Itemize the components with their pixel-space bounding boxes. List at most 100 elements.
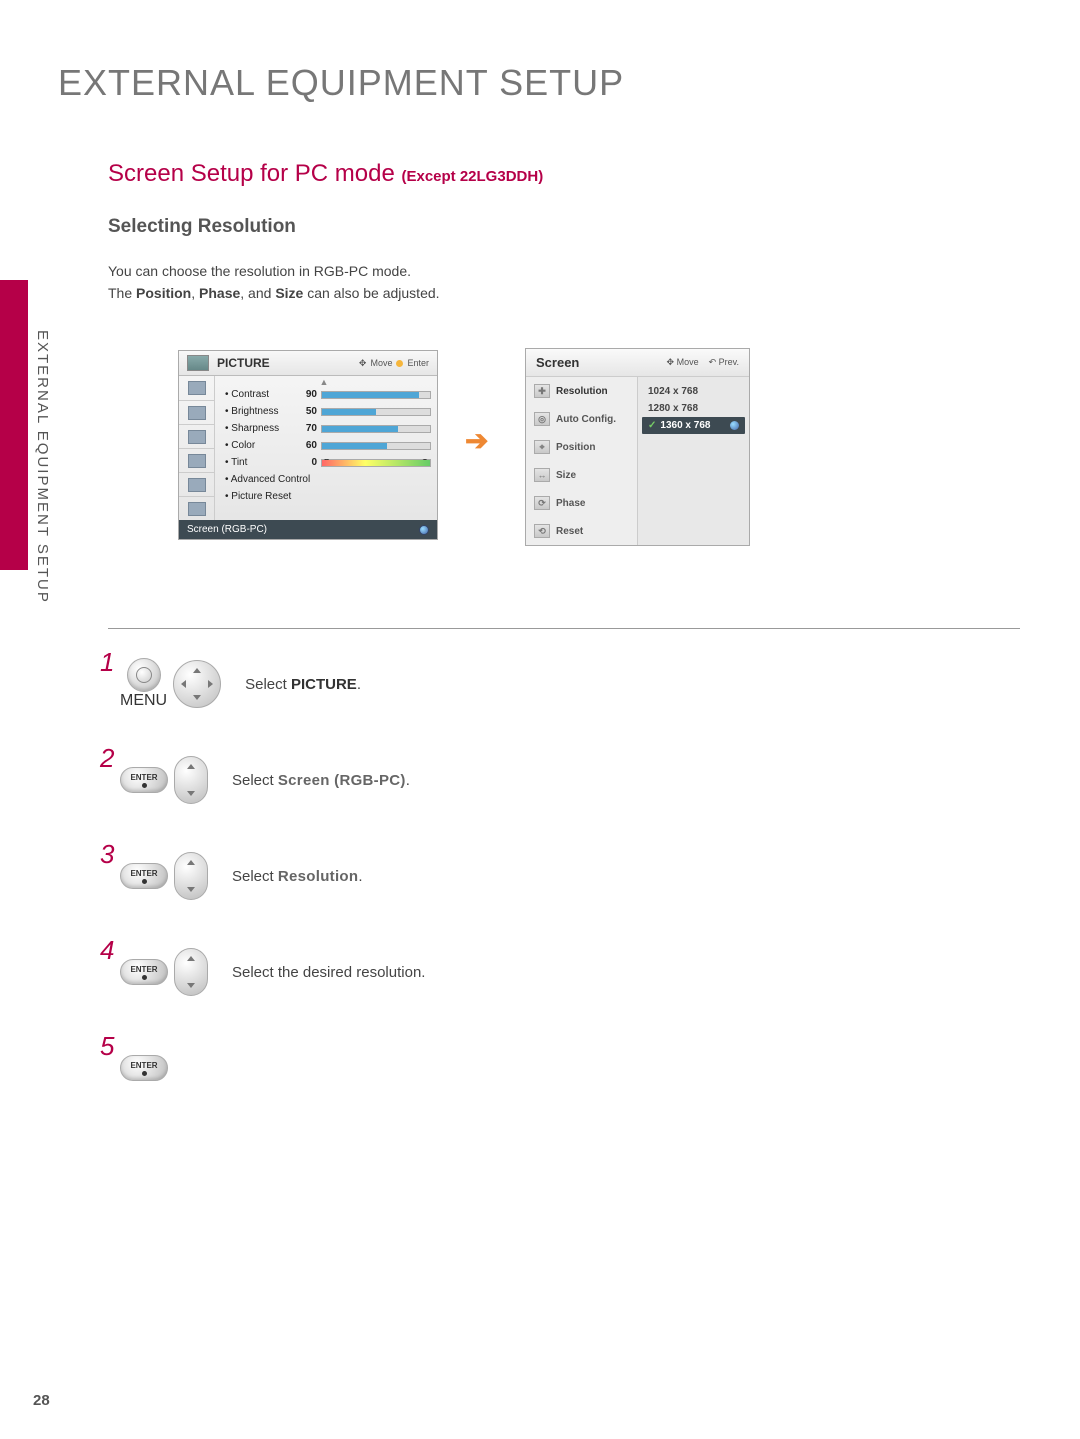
- enter-dot-icon: [396, 360, 403, 367]
- category-icon: [188, 454, 206, 468]
- page-title: EXTERNAL EQUIPMENT SETUP: [58, 62, 624, 104]
- step-buttons: ENTER: [120, 756, 208, 804]
- resolution-option[interactable]: 1280 x 768: [642, 400, 745, 417]
- nav-pad-icon: [173, 660, 221, 708]
- setting-value: 90: [299, 389, 317, 400]
- osd-screen-title: Screen: [536, 355, 579, 370]
- osd-picture-header: PICTURE ✥ Move Enter: [179, 351, 437, 376]
- menu-item-label: Size: [556, 470, 576, 481]
- button-label: ENTER: [130, 773, 157, 782]
- step-text-bold: Screen (RGB-PC): [278, 772, 406, 789]
- setting-label: • Brightness: [217, 406, 295, 417]
- setting-value: 50: [299, 406, 317, 417]
- menu-item-icon: ✚: [534, 384, 550, 398]
- nav-icon: ✥: [359, 358, 367, 369]
- step-text: Select Screen (RGB-PC).: [232, 772, 410, 789]
- step-text: Select Resolution.: [232, 868, 363, 885]
- category-icon: [188, 430, 206, 444]
- screen-menu-item[interactable]: ◎Auto Config.: [526, 405, 637, 433]
- step-row: 2ENTERSelect Screen (RGB-PC).: [100, 752, 800, 808]
- step-buttons: ENTER: [120, 948, 208, 996]
- sidebar-accent: [0, 280, 28, 570]
- step-row: 4ENTERSelect the desired resolution.: [100, 944, 800, 1000]
- resolution-option[interactable]: ✓1360 x 768: [642, 417, 745, 434]
- osd-picture-list: ▲ • Contrast90 • Brightness 50 • Sharpness 7…: [215, 376, 437, 520]
- osd-picture-selected-row[interactable]: Screen (RGB-PC): [179, 520, 437, 539]
- nav-updown-icon: [174, 756, 208, 804]
- step-text: Select PICTURE.: [245, 676, 361, 693]
- subsection-title: Selecting Resolution: [108, 216, 296, 238]
- setting-bar: [321, 425, 431, 433]
- menu-item-icon: ⟲: [534, 524, 550, 538]
- osd-selected-label: Screen (RGB-PC): [187, 524, 267, 535]
- step-buttons: ENTER: [120, 1055, 168, 1081]
- osd-setting-row[interactable]: • Brightness 50: [217, 403, 431, 420]
- osd-picture-panel: PICTURE ✥ Move Enter ▲ • Contrast90• Bri…: [178, 350, 438, 540]
- hint-move: ✥ Move: [667, 357, 699, 368]
- category-icon: [188, 381, 206, 395]
- category-icon: [188, 478, 206, 492]
- step-number: 1: [100, 656, 120, 669]
- setting-bar: [321, 442, 431, 450]
- desc-bold-size: Size: [275, 285, 303, 301]
- osd-resolution-options: 1024 x 7681280 x 768✓1360 x 768: [638, 377, 749, 545]
- nav-updown-icon: [174, 852, 208, 900]
- enter-button: ENTER: [120, 767, 168, 793]
- divider: [108, 628, 1020, 629]
- enter-dot-icon: [142, 975, 147, 980]
- step-row: 3ENTERSelect Resolution.: [100, 848, 800, 904]
- setting-value: 70: [299, 423, 317, 434]
- setting-value: 0: [299, 457, 317, 468]
- menu-item-label: Position: [556, 442, 595, 453]
- nav-icon: ✥: [667, 357, 675, 367]
- hint-move: Move: [370, 358, 392, 368]
- resolution-label: 1360 x 768: [660, 420, 710, 431]
- osd-setting-row[interactable]: • Color60: [217, 437, 431, 454]
- step-number: 4: [100, 944, 120, 957]
- osd-setting-row[interactable]: • Tint0RG: [217, 454, 431, 471]
- osd-setting-row[interactable]: • Picture Reset: [217, 488, 431, 505]
- step-text-pre: Select: [245, 676, 291, 693]
- menu-item-label: Reset: [556, 526, 583, 537]
- section-title-text: Screen Setup for PC mode: [108, 160, 401, 187]
- setting-label: • Color: [217, 440, 295, 451]
- scroll-up-icon: ▲: [217, 378, 431, 386]
- menu-item-icon: ⟳: [534, 496, 550, 510]
- osd-setting-row[interactable]: • Advanced Control: [217, 471, 431, 488]
- arrow-right-icon: ➔: [465, 424, 488, 457]
- step-text-post: .: [358, 868, 362, 885]
- category-icon: [188, 406, 206, 420]
- category-icon: [188, 502, 206, 516]
- step-buttons: ENTER: [120, 852, 208, 900]
- osd-picture-hint: ✥ Move Enter: [359, 358, 429, 369]
- hint-prev-label: Prev.: [719, 357, 739, 367]
- screen-menu-item[interactable]: ⟲ Reset: [526, 517, 637, 545]
- step-buttons: MENU: [120, 658, 221, 710]
- enter-indicator-icon: [419, 525, 429, 535]
- enter-button: ENTER: [120, 1055, 168, 1081]
- enter-dot-icon: [142, 1071, 147, 1076]
- resolution-option[interactable]: 1024 x 768: [642, 383, 745, 400]
- osd-screen-items: ✚Resolution◎Auto Config.⌖Position↔Size⟳P…: [526, 377, 638, 545]
- steps-list: 1MENUSelect PICTURE.2ENTERSelect Screen …: [100, 656, 800, 1136]
- desc-text: can also be adjusted.: [303, 285, 439, 301]
- step-row: 1MENU Select PICTURE.: [100, 656, 800, 712]
- button-label: ENTER: [130, 869, 157, 878]
- step-text-post: .: [406, 772, 410, 789]
- button-label: ENTER: [130, 1061, 157, 1070]
- screen-menu-item[interactable]: ✚Resolution: [526, 377, 637, 405]
- screen-menu-item[interactable]: ⌖Position: [526, 433, 637, 461]
- screen-menu-item[interactable]: ⟳Phase: [526, 489, 637, 517]
- osd-setting-row[interactable]: • Contrast90: [217, 386, 431, 403]
- step-row: 5ENTER: [100, 1040, 800, 1096]
- step-text-pre: Select: [232, 772, 278, 789]
- screen-menu-item[interactable]: ↔Size: [526, 461, 637, 489]
- description-block: You can choose the resolution in RGB-PC …: [108, 260, 440, 305]
- menu-item-icon: ◎: [534, 412, 550, 426]
- setting-bar: [321, 408, 431, 416]
- sidebar-label: EXTERNAL EQUIPMENT SETUP: [34, 330, 51, 604]
- setting-label: • Sharpness: [217, 423, 295, 434]
- nav-updown-icon: [174, 948, 208, 996]
- osd-setting-row[interactable]: • Sharpness 70: [217, 420, 431, 437]
- step-text-pre: Select: [232, 868, 278, 885]
